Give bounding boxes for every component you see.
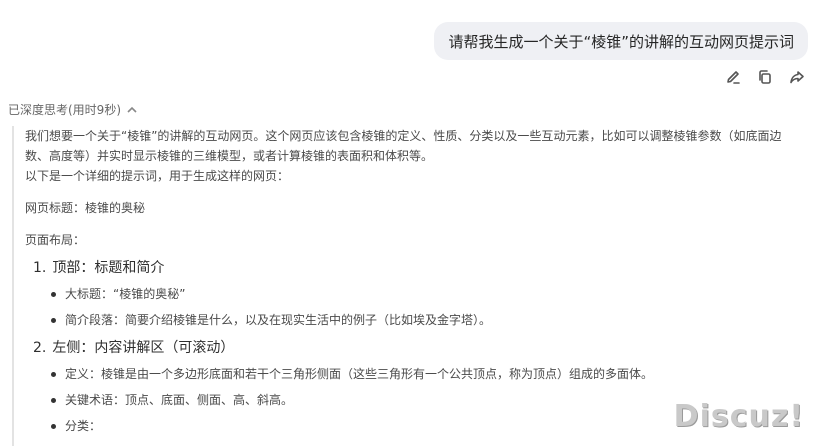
edit-icon	[727, 71, 740, 84]
copy-icon	[759, 70, 771, 84]
user-message-bubble: 请帮我生成一个关于“棱锥”的讲解的互动网页提示词	[434, 22, 808, 60]
thinking-header-label: 已深度思考(用时9秒)	[8, 103, 121, 117]
discuz-watermark: Discuz!	[673, 399, 804, 434]
message-actions	[724, 68, 806, 86]
layout-line: 页面布局：	[25, 233, 86, 247]
list-item: 大标题：“棱锥的奥秘”	[51, 284, 802, 304]
thinking-toggle[interactable]: 已深度思考(用时9秒)	[8, 101, 137, 118]
list-item: 定义：棱锥是由一个多边形底面和若干个三角形侧面（这些三角形有一个公共顶点，称为顶…	[51, 364, 802, 384]
chevron-up-icon	[127, 106, 137, 113]
user-message-text: 请帮我生成一个关于“棱锥”的讲解的互动网页提示词	[448, 32, 794, 51]
share-icon	[790, 71, 804, 84]
thinking-paragraph: 以下是一个详细的提示词，用于生成这样的网页：	[25, 169, 290, 183]
section-list: 大标题：“棱锥的奥秘” 简介段落：简要介绍棱锥是什么，以及在现实生活中的例子（比…	[25, 284, 802, 330]
copy-button[interactable]	[756, 68, 774, 86]
section-heading: 2. 左侧：内容讲解区（可滚动）	[33, 340, 235, 356]
section-heading: 1. 顶部：标题和简介	[33, 260, 165, 276]
share-button[interactable]	[788, 68, 806, 86]
edit-button[interactable]	[724, 68, 742, 86]
list-item: 简介段落：简要介绍棱锥是什么，以及在现实生活中的例子（比如埃及金字塔）。	[51, 310, 802, 330]
page-title-line: 网页标题：棱锥的奥秘	[25, 201, 146, 215]
thinking-paragraph: 我们想要一个关于“棱锥”的讲解的互动网页。这个网页应该包含棱锥的定义、性质、分类…	[25, 129, 782, 163]
thinking-content: 我们想要一个关于“棱锥”的讲解的互动网页。这个网页应该包含棱锥的定义、性质、分类…	[12, 126, 802, 446]
